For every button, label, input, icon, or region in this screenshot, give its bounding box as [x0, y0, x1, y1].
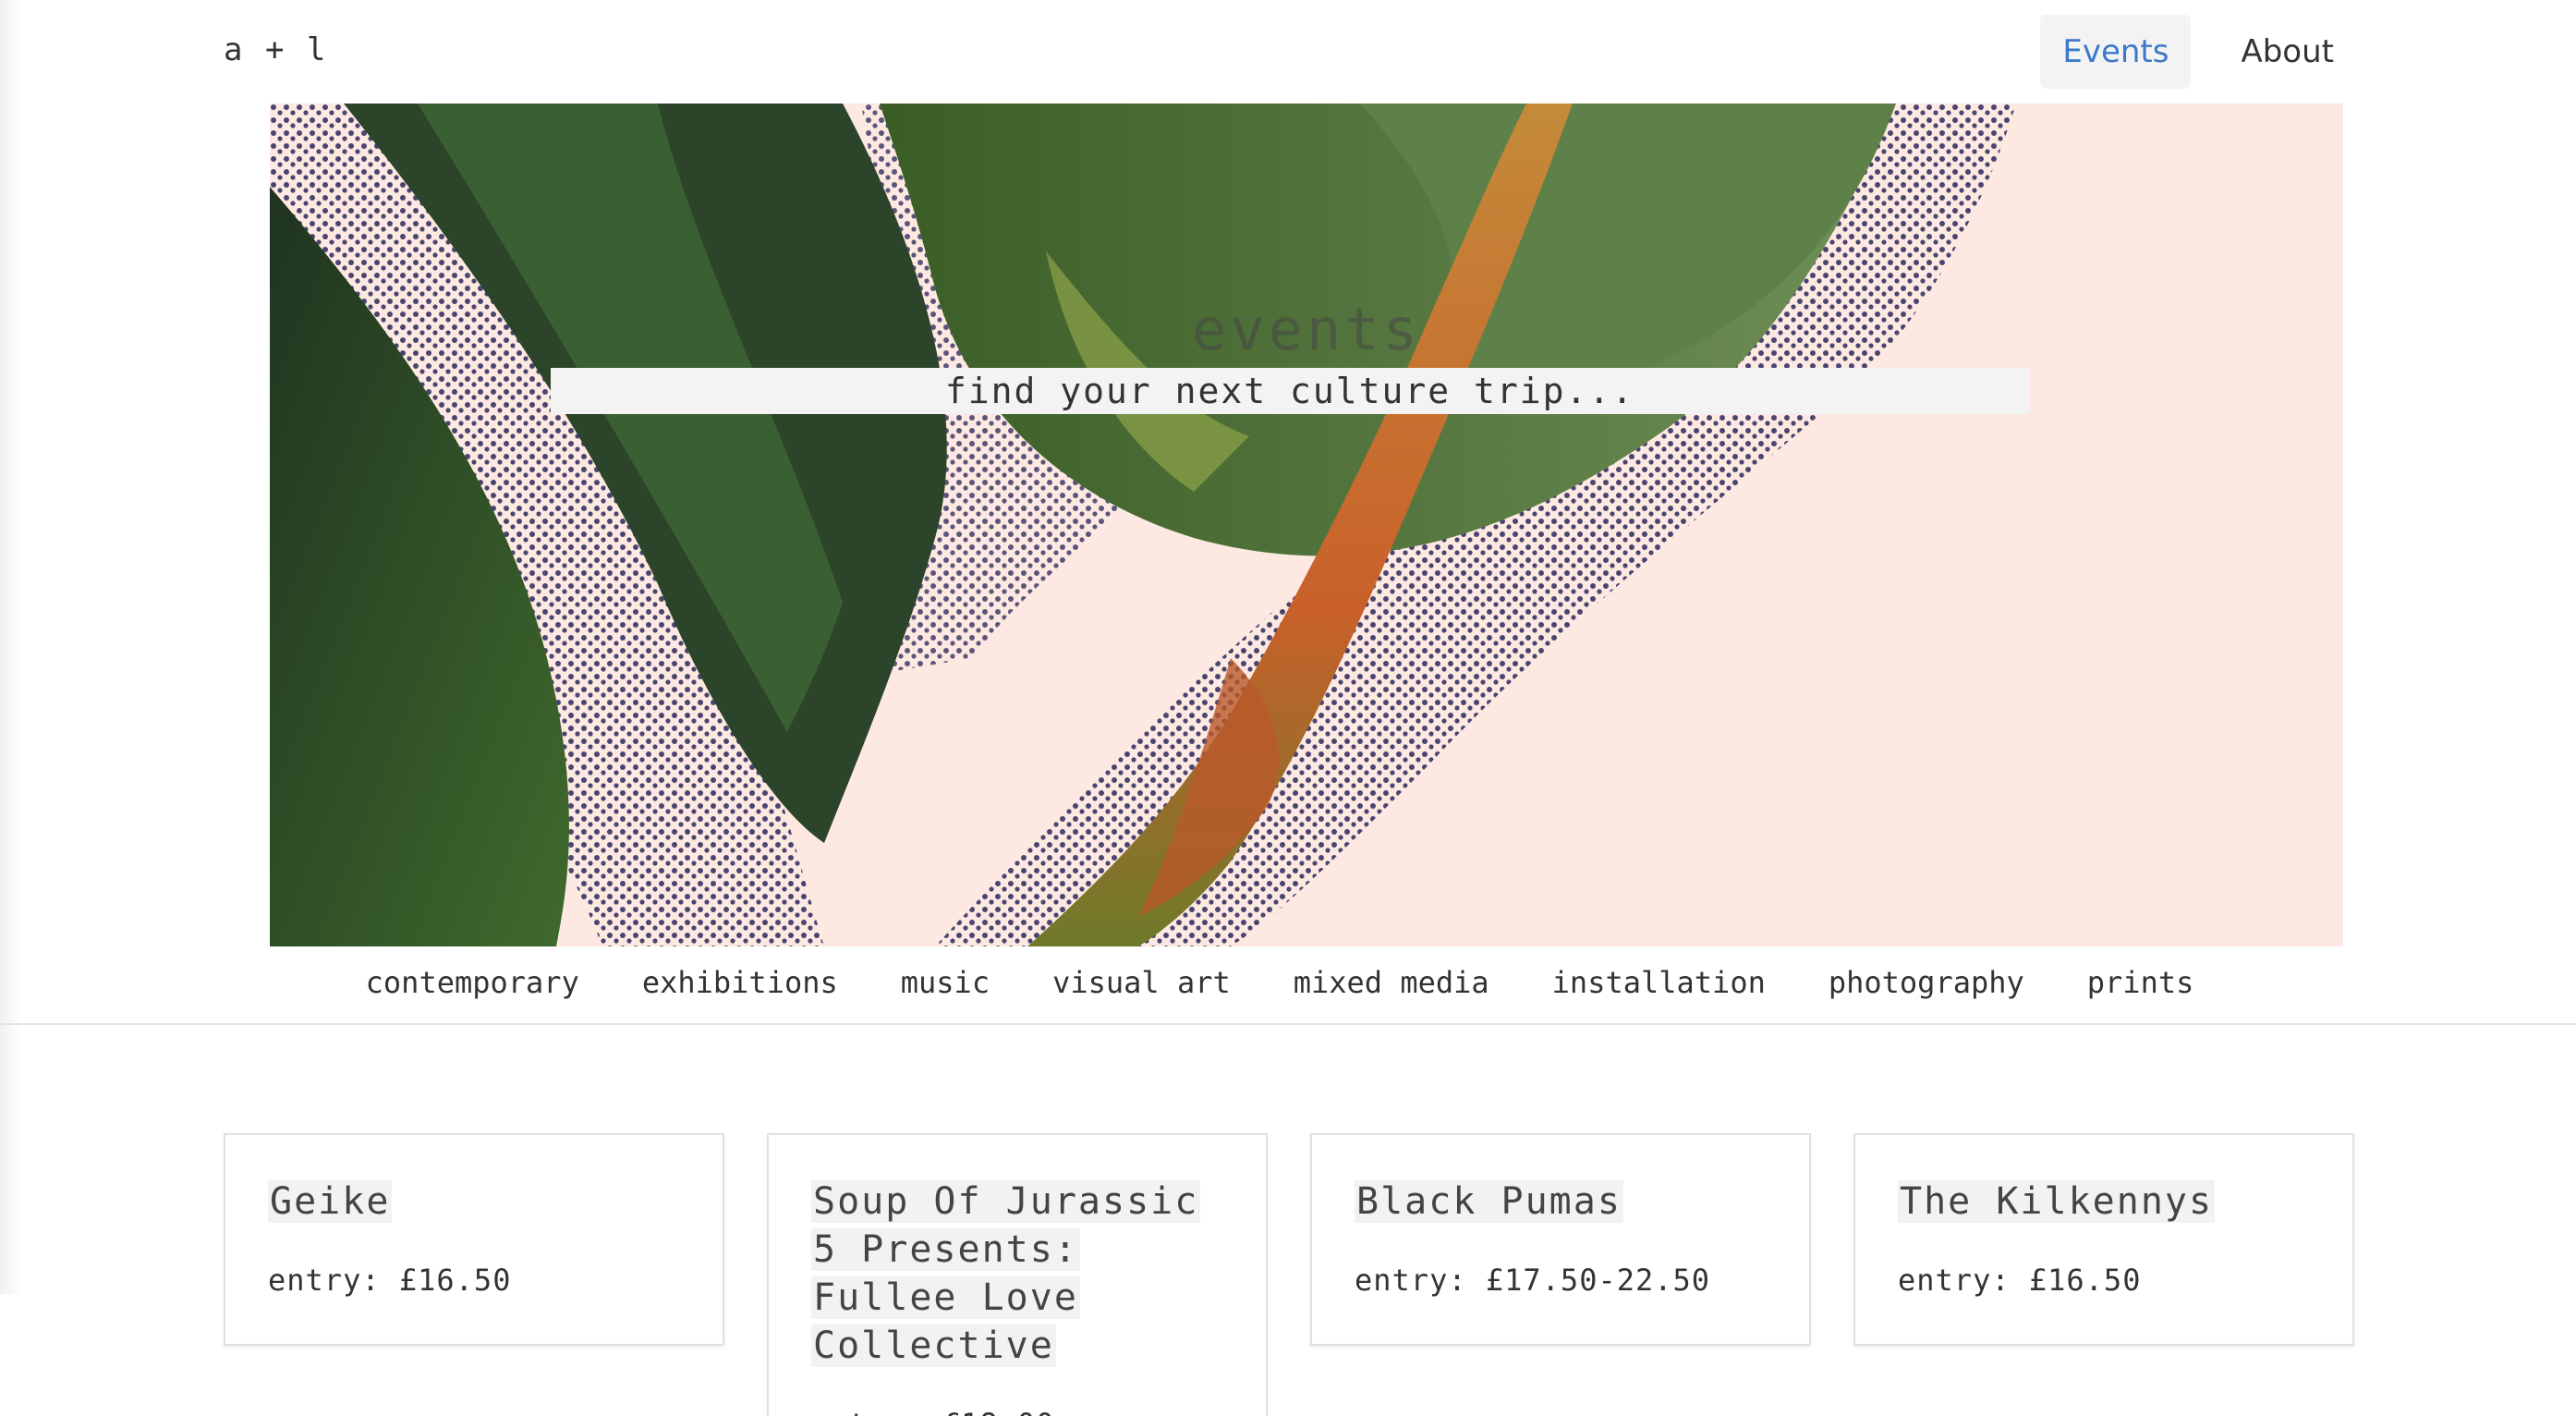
category-exhibitions[interactable]: exhibitions	[642, 959, 838, 1006]
leaf-illustration	[270, 104, 2016, 946]
event-card[interactable]: Black Pumas entry: £17.50-22.50	[1310, 1133, 1811, 1346]
site-logo[interactable]: a + l	[224, 31, 327, 68]
event-card[interactable]: Geike entry: £16.50	[224, 1133, 724, 1346]
event-title: Geike	[268, 1180, 393, 1223]
category-photography[interactable]: photography	[1829, 959, 2024, 1006]
page: a + l Events About events find your next…	[0, 0, 2576, 1416]
category-contemporary[interactable]: contemporary	[366, 959, 579, 1006]
event-entry-price: entry: £18.00	[811, 1407, 1223, 1416]
category-visual-art[interactable]: visual art	[1052, 959, 1231, 1006]
category-mixed-media[interactable]: mixed media	[1294, 959, 1489, 1006]
category-prints[interactable]: prints	[2087, 959, 2194, 1006]
nav-events[interactable]: Events	[2040, 15, 2192, 89]
event-title: Soup Of Jurassic 5 Presents: Fullee Love…	[811, 1180, 1201, 1367]
main-nav: Events About	[2040, 15, 2356, 89]
hero-title: events	[1192, 296, 1421, 363]
event-title: The Kilkennys	[1898, 1180, 2216, 1223]
event-entry-price: entry: £16.50	[1898, 1263, 2142, 1298]
event-entry-price: entry: £17.50-22.50	[1355, 1263, 1711, 1298]
hero-banner: events	[270, 104, 2343, 946]
category-bar: contemporary exhibitions music visual ar…	[0, 959, 2576, 1006]
event-entry-price: entry: £16.50	[268, 1263, 512, 1298]
nav-about[interactable]: About	[2218, 15, 2356, 89]
event-card[interactable]: Soup Of Jurassic 5 Presents: Fullee Love…	[767, 1133, 1268, 1416]
event-title: Black Pumas	[1355, 1180, 1623, 1223]
search-input[interactable]	[551, 368, 2029, 414]
category-installation[interactable]: installation	[1552, 959, 1766, 1006]
event-list: Geike entry: £16.50 Soup Of Jurassic 5 P…	[224, 1133, 2354, 1416]
window-edge-shadow	[0, 0, 22, 1294]
section-divider	[0, 1023, 2576, 1025]
category-music[interactable]: music	[901, 959, 990, 1006]
event-card[interactable]: The Kilkennys entry: £16.50	[1853, 1133, 2354, 1346]
